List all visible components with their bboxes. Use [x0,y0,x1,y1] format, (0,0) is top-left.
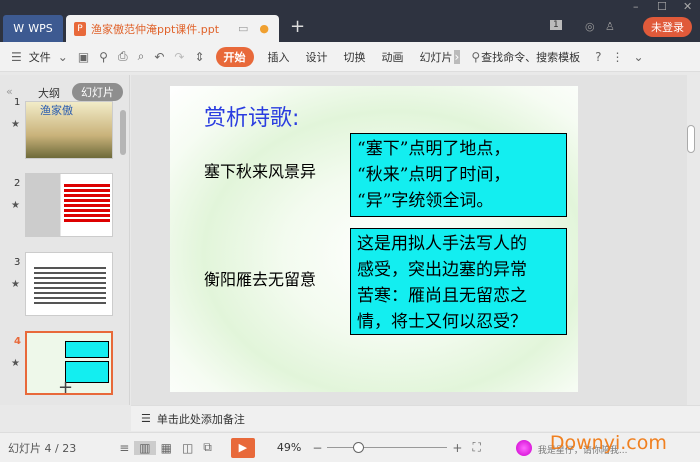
tab-outline[interactable]: 大纲 [38,85,60,101]
slide-thumbnail-3[interactable] [25,252,113,316]
notes-icon: ☰ [141,412,151,425]
monitor-icon[interactable]: ▭ [238,22,248,35]
wps-home-tab[interactable]: W WPS [3,15,63,42]
minimize-button[interactable]: – [633,0,639,13]
notes-bar[interactable]: ☰ 单击此处添加备注 [131,405,700,431]
tab-slides[interactable]: 幻灯片 [72,83,123,101]
more-icon[interactable]: ⋮ [606,50,628,64]
zoom-slider[interactable] [327,441,448,454]
menu-icon[interactable]: ☰ [6,50,27,64]
animation-star-icon: ★ [11,119,20,130]
zoom-in-button[interactable]: + [447,441,467,455]
editor-scrollbar[interactable] [687,125,695,153]
presenter-icon[interactable]: ⧉ [198,440,217,455]
tab-animation[interactable]: 动画 [374,49,412,65]
collapse-panel-icon[interactable]: « [6,85,13,98]
redo-icon[interactable]: ↷ [169,50,189,64]
undo-icon[interactable]: ↶ [149,50,169,64]
more-quick-icon[interactable]: ⇕ [189,50,209,64]
add-slide-button[interactable]: + [58,377,73,398]
reading-view-icon[interactable]: ◫ [177,441,198,455]
poem-line-1: 塞下秋来风景异 [204,162,317,181]
analysis-box-1: “塞下”点明了地点， “秋来”点明了时间， “异”字统领全词。 [350,133,567,217]
play-slideshow-button[interactable]: ▶ [230,437,255,458]
document-tab[interactable]: P 渔家傲范仲淹ppt课件.ppt ▭ ● [66,15,279,42]
zoom-level[interactable]: 49% [277,441,301,454]
maximize-button[interactable]: ☐ [657,0,667,13]
chevron-down-icon[interactable]: ⌄ [53,50,73,64]
fit-window-icon[interactable]: ⛶ [467,440,485,455]
slide-canvas[interactable]: 赏析诗歌: 塞下秋来风景异 “塞下”点明了地点， “秋来”点明了时间， “异”字统领… [170,86,578,392]
analysis-box-2: 这是用拟人手法写人的 感受，突出边塞的异常 苦寒：雁尚且无留恋之 情，将士又何以忍受？ [350,228,567,335]
slide-sorter-icon[interactable]: ▦ [156,441,177,455]
normal-view-icon[interactable]: ▥ [134,440,156,455]
save-icon[interactable]: ▣ [73,50,94,64]
new-tab-button[interactable]: + [290,16,305,37]
slide-panel: « 大纲 幻灯片 1 ★ 渔家傲 2 ★ 3 ★ 4 ★ + [0,75,130,405]
collapse-ribbon-icon[interactable]: ⌄ [628,50,648,64]
animation-star-icon: ★ [11,279,20,290]
search-icon: ⚲ [471,49,481,64]
tab-insert[interactable]: 插入 [260,49,298,65]
command-search[interactable]: 查找命令、搜索模板 [481,49,580,65]
wps-logo-icon: W [13,22,25,35]
print-preview-icon[interactable]: ⌕ [133,49,150,64]
login-button[interactable]: 未登录 [643,17,692,37]
close-button[interactable]: ✕ [683,0,692,13]
zoom-slider-thumb[interactable] [353,441,365,453]
document-tab-title: 渔家傲范仲淹ppt课件.ppt [91,22,220,36]
slide-thumbnail-1[interactable]: 渔家傲 [25,101,113,159]
ppt-file-icon: P [74,21,86,36]
title-bar: W WPS P 渔家傲范仲淹ppt课件.ppt ▭ ● + 1 ◎ ♙ 未登录 – ☐ … [0,0,700,42]
slide-counter: 幻灯片 4 / 23 [8,441,77,455]
print-icon[interactable]: ⎙ [113,49,133,64]
panel-scrollbar[interactable] [120,110,126,155]
format-painter-icon[interactable]: ⚲ [94,50,113,64]
assistant-avatar[interactable] [515,439,532,456]
slide-thumbnail-2[interactable] [25,173,113,237]
notes-placeholder[interactable]: 单击此处添加备注 [157,411,245,427]
slide-title: 赏析诗歌: [204,106,300,131]
shirt-icon[interactable]: ♙ [605,20,615,33]
unsaved-dot-icon: ● [259,22,269,35]
window-count-badge[interactable]: 1 [550,20,562,30]
tab-transition[interactable]: 切换 [336,49,374,65]
help-icon[interactable]: ? [590,50,606,64]
notes-toggle-icon[interactable]: ≡ [114,441,134,455]
scroll-tabs-right[interactable]: › [453,49,461,64]
animation-star-icon: ★ [11,358,20,369]
zoom-out-button[interactable]: − [307,441,327,455]
tab-start[interactable]: 开始 [215,46,254,67]
tab-design[interactable]: 设计 [298,49,336,65]
ribbon-toolbar: ☰ 文件 ⌄ ▣ ⚲ ⎙ ⌕ ↶ ↷ ⇕ 开始 插入 设计 切换 动画 幻灯片 … [0,42,700,72]
skin-icon[interactable]: ◎ [585,20,595,33]
tab-slideshow[interactable]: 幻灯片 [412,49,454,65]
file-menu[interactable]: 文件 [27,49,53,65]
poem-line-2: 衡阳雁去无留意 [204,270,317,289]
status-bar: 幻灯片 4 / 23 ≡ ▥ ▦ ◫ ⧉ ▶ 49% − + ⛶ 我是星仔，请你… [0,432,700,462]
watermark-logo: Downyi.com [549,431,667,454]
animation-star-icon: ★ [11,200,20,211]
